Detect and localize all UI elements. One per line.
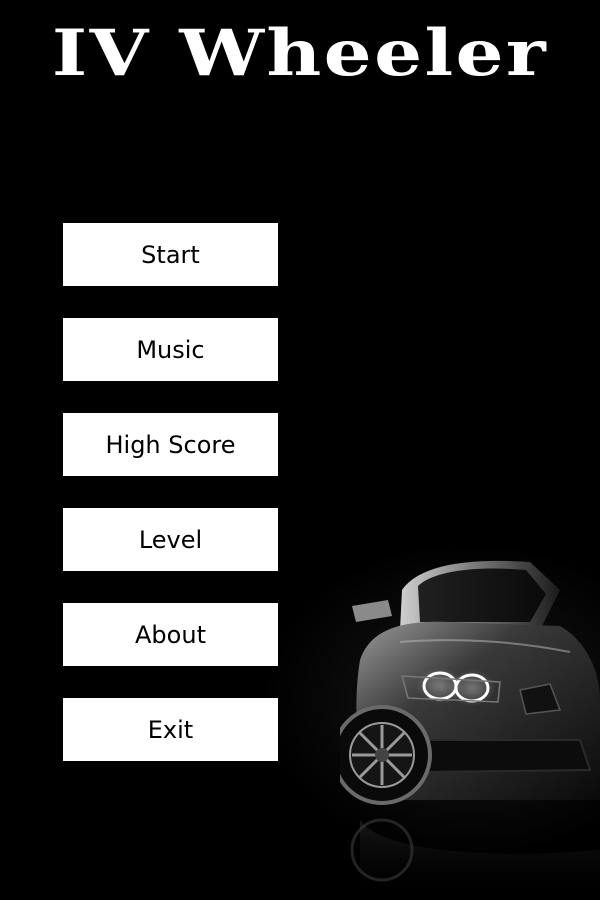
music-button[interactable]: Music [63,318,278,381]
main-menu: Start Music High Score Level About Exit [63,223,278,793]
high-score-button[interactable]: High Score [63,413,278,476]
game-title: IV Wheeler [51,16,549,91]
about-button[interactable]: About [63,603,278,666]
car-image [340,560,600,900]
start-button[interactable]: Start [63,223,278,286]
main-menu-screen: IV Wheeler Start Music High Score Level … [0,0,600,900]
exit-button[interactable]: Exit [63,698,278,761]
level-button[interactable]: Level [63,508,278,571]
